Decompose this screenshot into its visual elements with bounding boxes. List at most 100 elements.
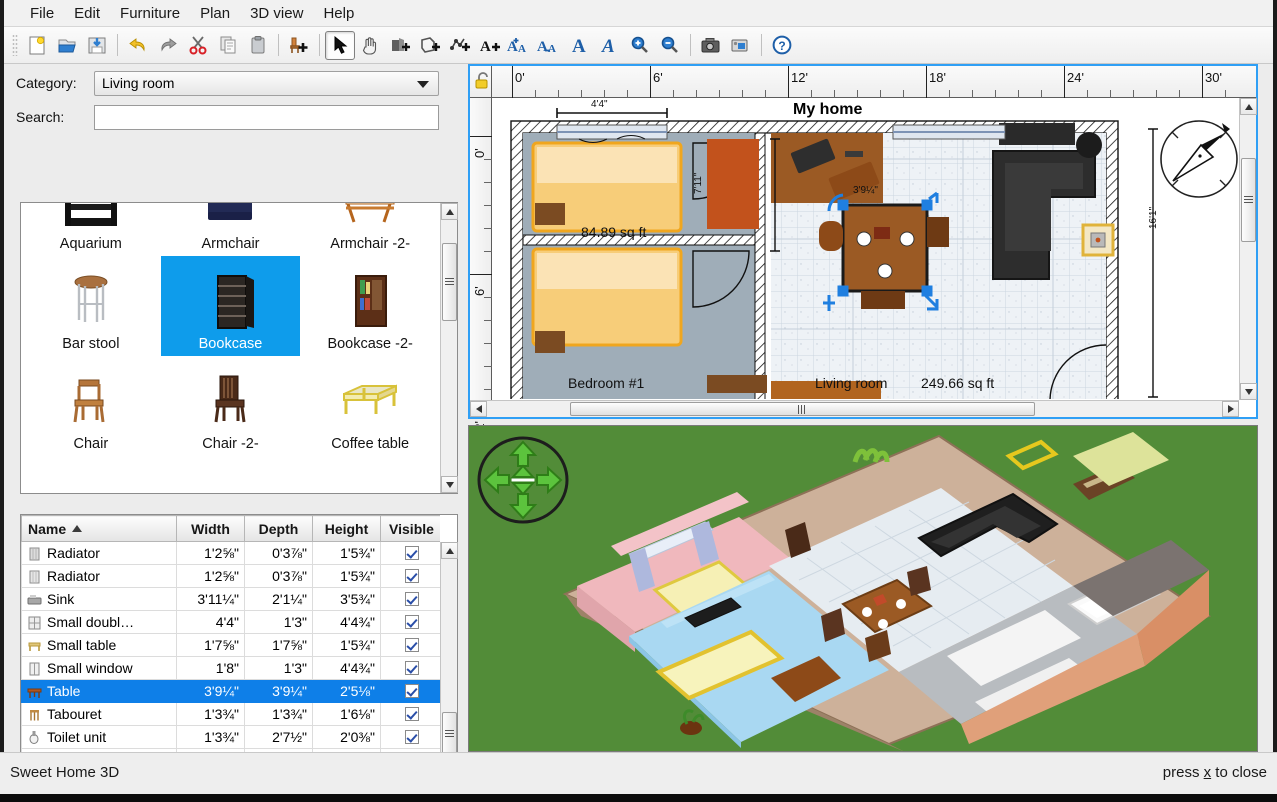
cut-button[interactable]	[183, 31, 213, 60]
catalog-item-chair[interactable]: Chair	[21, 356, 161, 456]
plan-horizontal-scrollbar[interactable]	[470, 400, 1239, 417]
visible-checkbox[interactable]	[405, 661, 419, 675]
column-header-depth[interactable]: Depth	[245, 516, 313, 542]
table-row[interactable]: Toilet unit 1'3¾" 2'7½" 2'0⅜"	[22, 726, 441, 749]
decrease-text-button[interactable]: A A	[535, 31, 565, 60]
catalog-item-aquarium[interactable]: Aquarium	[21, 203, 161, 256]
catalog-item-chair-2[interactable]: Chair -2-	[161, 356, 301, 456]
catalog-item-coffee-table[interactable]: Coffee table	[300, 356, 440, 456]
table-row[interactable]: Sink 3'11¼" 2'1¼" 3'5¾"	[22, 588, 441, 611]
column-header-name[interactable]: Name	[22, 516, 177, 542]
undo-button[interactable]	[123, 31, 153, 60]
create-rooms-button[interactable]	[415, 31, 445, 60]
catalog-item-partial-2[interactable]	[161, 456, 301, 493]
catalog-scroll-down-button[interactable]	[441, 476, 458, 493]
furniture-scroll-up-button[interactable]	[441, 542, 458, 559]
plan-view-panel[interactable]: 0' 6' 12' 18' 24'	[468, 64, 1258, 419]
menu-furniture[interactable]: Furniture	[110, 2, 190, 25]
open-home-button[interactable]	[52, 31, 82, 60]
visible-checkbox[interactable]	[405, 684, 419, 698]
new-home-button[interactable]	[22, 31, 52, 60]
catalog-scroll-area[interactable]: Aquarium Armchair	[21, 203, 440, 493]
visible-checkbox[interactable]	[405, 730, 419, 744]
toolbar: A A A A A A A	[4, 27, 1273, 64]
plan-scroll-down-button[interactable]	[1240, 383, 1257, 400]
visible-checkbox[interactable]	[405, 707, 419, 721]
help-button[interactable]: ?	[767, 31, 797, 60]
menu-edit[interactable]: Edit	[64, 2, 110, 25]
zoom-in-button[interactable]	[625, 31, 655, 60]
table-row[interactable]: Small doubl… 4'4" 1'3" 4'4¾"	[22, 611, 441, 634]
plan-vertical-scrollbar[interactable]	[1239, 98, 1256, 400]
column-header-width[interactable]: Width	[177, 516, 245, 542]
cell-height: 1'5¾"	[313, 565, 381, 588]
furniture-scroll-thumb[interactable]	[442, 712, 457, 756]
3d-view-panel[interactable]	[468, 425, 1258, 752]
catalog-item-partial-3[interactable]	[300, 456, 440, 493]
increase-text-button[interactable]: A A	[505, 31, 535, 60]
menu-3d-view[interactable]: 3D view	[240, 2, 313, 25]
plan-scroll-right-button[interactable]	[1222, 401, 1239, 417]
pan-mode-button[interactable]	[355, 31, 385, 60]
table-row[interactable]: Tabouret 1'3¾" 1'3¾" 1'6⅛"	[22, 703, 441, 726]
plan-scroll-thumb[interactable]	[1241, 158, 1256, 242]
redo-button[interactable]	[153, 31, 183, 60]
navigation-compass-icon[interactable]	[475, 434, 571, 526]
table-row[interactable]: Table 3'9¼" 3'9¼" 2'5⅛"	[22, 680, 441, 703]
menu-file[interactable]: File	[20, 2, 64, 25]
up-arrow-icon	[511, 442, 535, 466]
status-close-hint: press x to close	[1163, 764, 1267, 781]
create-photo-button[interactable]	[696, 31, 726, 60]
small-table-icon	[27, 638, 42, 653]
visible-checkbox[interactable]	[405, 592, 419, 606]
paste-button[interactable]	[243, 31, 273, 60]
add-text-button[interactable]: A	[475, 31, 505, 60]
column-header-height[interactable]: Height	[313, 516, 381, 542]
catalog-item-armchair[interactable]: Armchair	[161, 203, 301, 256]
catalog-item-bar-stool[interactable]: Bar stool	[21, 256, 161, 356]
save-home-button[interactable]	[82, 31, 112, 60]
plan-hscroll-thumb[interactable]	[570, 402, 1035, 416]
plan-canvas[interactable]: My home 4'4" 7'11" 3'9¼" 16'1" 84.89 sq …	[493, 99, 1238, 399]
open-folder-icon	[56, 34, 78, 56]
table-row[interactable]: Radiator 1'2⅝" 0'3⅞" 1'5¾"	[22, 565, 441, 588]
table-row[interactable]: Radiator 1'2⅝" 0'3⅞" 1'5¾"	[22, 542, 441, 565]
visible-checkbox[interactable]	[405, 569, 419, 583]
dimension-label: 3'9¼"	[853, 185, 878, 196]
left-arrow-icon	[485, 468, 509, 492]
create-video-button[interactable]	[726, 31, 756, 60]
zoom-out-button[interactable]	[655, 31, 685, 60]
create-polylines-button[interactable]	[445, 31, 475, 60]
table-row[interactable]: Small table 1'7⅝" 1'7⅝" 1'5¾"	[22, 634, 441, 657]
menu-help[interactable]: Help	[313, 2, 364, 25]
copy-button[interactable]	[213, 31, 243, 60]
table-icon	[27, 684, 42, 699]
catalog-item-bookcase-2[interactable]: Bookcase -2-	[300, 256, 440, 356]
search-input[interactable]	[94, 105, 439, 130]
bold-button[interactable]: A	[565, 31, 595, 60]
create-walls-button[interactable]	[385, 31, 415, 60]
column-header-visible[interactable]: Visible	[381, 516, 441, 542]
catalog-item-bookcase[interactable]: Bookcase	[161, 256, 301, 356]
category-select[interactable]: Living room	[94, 71, 439, 96]
table-row[interactable]: Small window 1'8" 1'3" 4'4¾"	[22, 657, 441, 680]
add-furniture-button[interactable]	[284, 31, 314, 60]
select-mode-button[interactable]	[325, 31, 355, 60]
plan-scroll-left-button[interactable]	[470, 401, 487, 417]
visible-checkbox[interactable]	[405, 638, 419, 652]
catalog-item-armchair-2[interactable]: Armchair -2-	[300, 203, 440, 256]
italic-button[interactable]: A	[595, 31, 625, 60]
visible-checkbox[interactable]	[405, 546, 419, 560]
plan-ruler-corner[interactable]	[470, 66, 492, 98]
catalog-scroll-thumb[interactable]	[442, 243, 457, 321]
catalog-item-partial-1[interactable]	[21, 456, 161, 493]
visible-checkbox[interactable]	[405, 615, 419, 629]
menu-plan[interactable]: Plan	[190, 2, 240, 25]
cell-width: 3'11¼"	[177, 588, 245, 611]
catalog-scroll-up-button[interactable]	[441, 203, 458, 220]
cell-depth: 1'3"	[245, 611, 313, 634]
catalog-vertical-scrollbar[interactable]	[440, 203, 457, 493]
cell-depth: 0'3⅞"	[245, 565, 313, 588]
toolbar-grip[interactable]	[12, 34, 18, 56]
plan-scroll-up-button[interactable]	[1240, 98, 1257, 115]
